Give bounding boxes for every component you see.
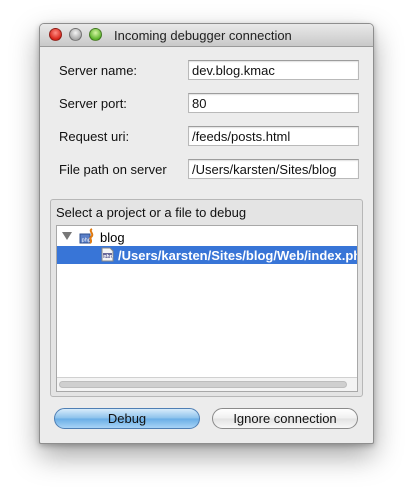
ignore-connection-button[interactable]: Ignore connection xyxy=(212,408,358,429)
file-path-field[interactable]: /Users/karsten/Sites/blog xyxy=(188,159,359,179)
server-name-field[interactable]: dev.blog.kmac xyxy=(188,60,359,80)
php-project-icon: php xyxy=(79,228,94,244)
scrollbar-thumb[interactable] xyxy=(59,381,347,388)
project-tree[interactable]: php blog php /Users/karsten/Sites/blog/W… xyxy=(56,225,358,392)
horizontal-scrollbar[interactable] xyxy=(57,377,357,391)
tree-row-project[interactable]: php blog xyxy=(57,228,357,246)
tree-row-file[interactable]: php /Users/karsten/Sites/blog/Web/index.… xyxy=(57,246,357,264)
request-uri-field[interactable]: /feeds/posts.html xyxy=(188,126,359,146)
server-port-field[interactable]: 80 xyxy=(188,93,359,113)
svg-text:php: php xyxy=(103,253,113,259)
debug-button[interactable]: Debug xyxy=(54,408,200,429)
minimize-window-icon[interactable] xyxy=(69,28,82,41)
project-selection-group: Select a project or a file to debug php … xyxy=(50,199,363,397)
tree-project-name: blog xyxy=(100,230,125,245)
tree-file-path: /Users/karsten/Sites/blog/Web/index.ph xyxy=(118,248,358,263)
debugger-dialog: Incoming debugger connection Server name… xyxy=(39,23,374,444)
server-port-label: Server port: xyxy=(59,96,127,111)
window-title: Incoming debugger connection xyxy=(114,28,292,43)
php-file-icon: php xyxy=(101,247,114,262)
zoom-window-icon[interactable] xyxy=(89,28,102,41)
project-selection-label: Select a project or a file to debug xyxy=(56,205,247,220)
title-bar[interactable]: Incoming debugger connection xyxy=(40,24,373,47)
request-uri-label: Request uri: xyxy=(59,129,130,144)
disclosure-triangle-icon[interactable] xyxy=(62,232,72,240)
file-path-label: File path on server xyxy=(59,162,167,177)
server-name-label: Server name: xyxy=(59,63,138,78)
close-window-icon[interactable] xyxy=(49,28,62,41)
